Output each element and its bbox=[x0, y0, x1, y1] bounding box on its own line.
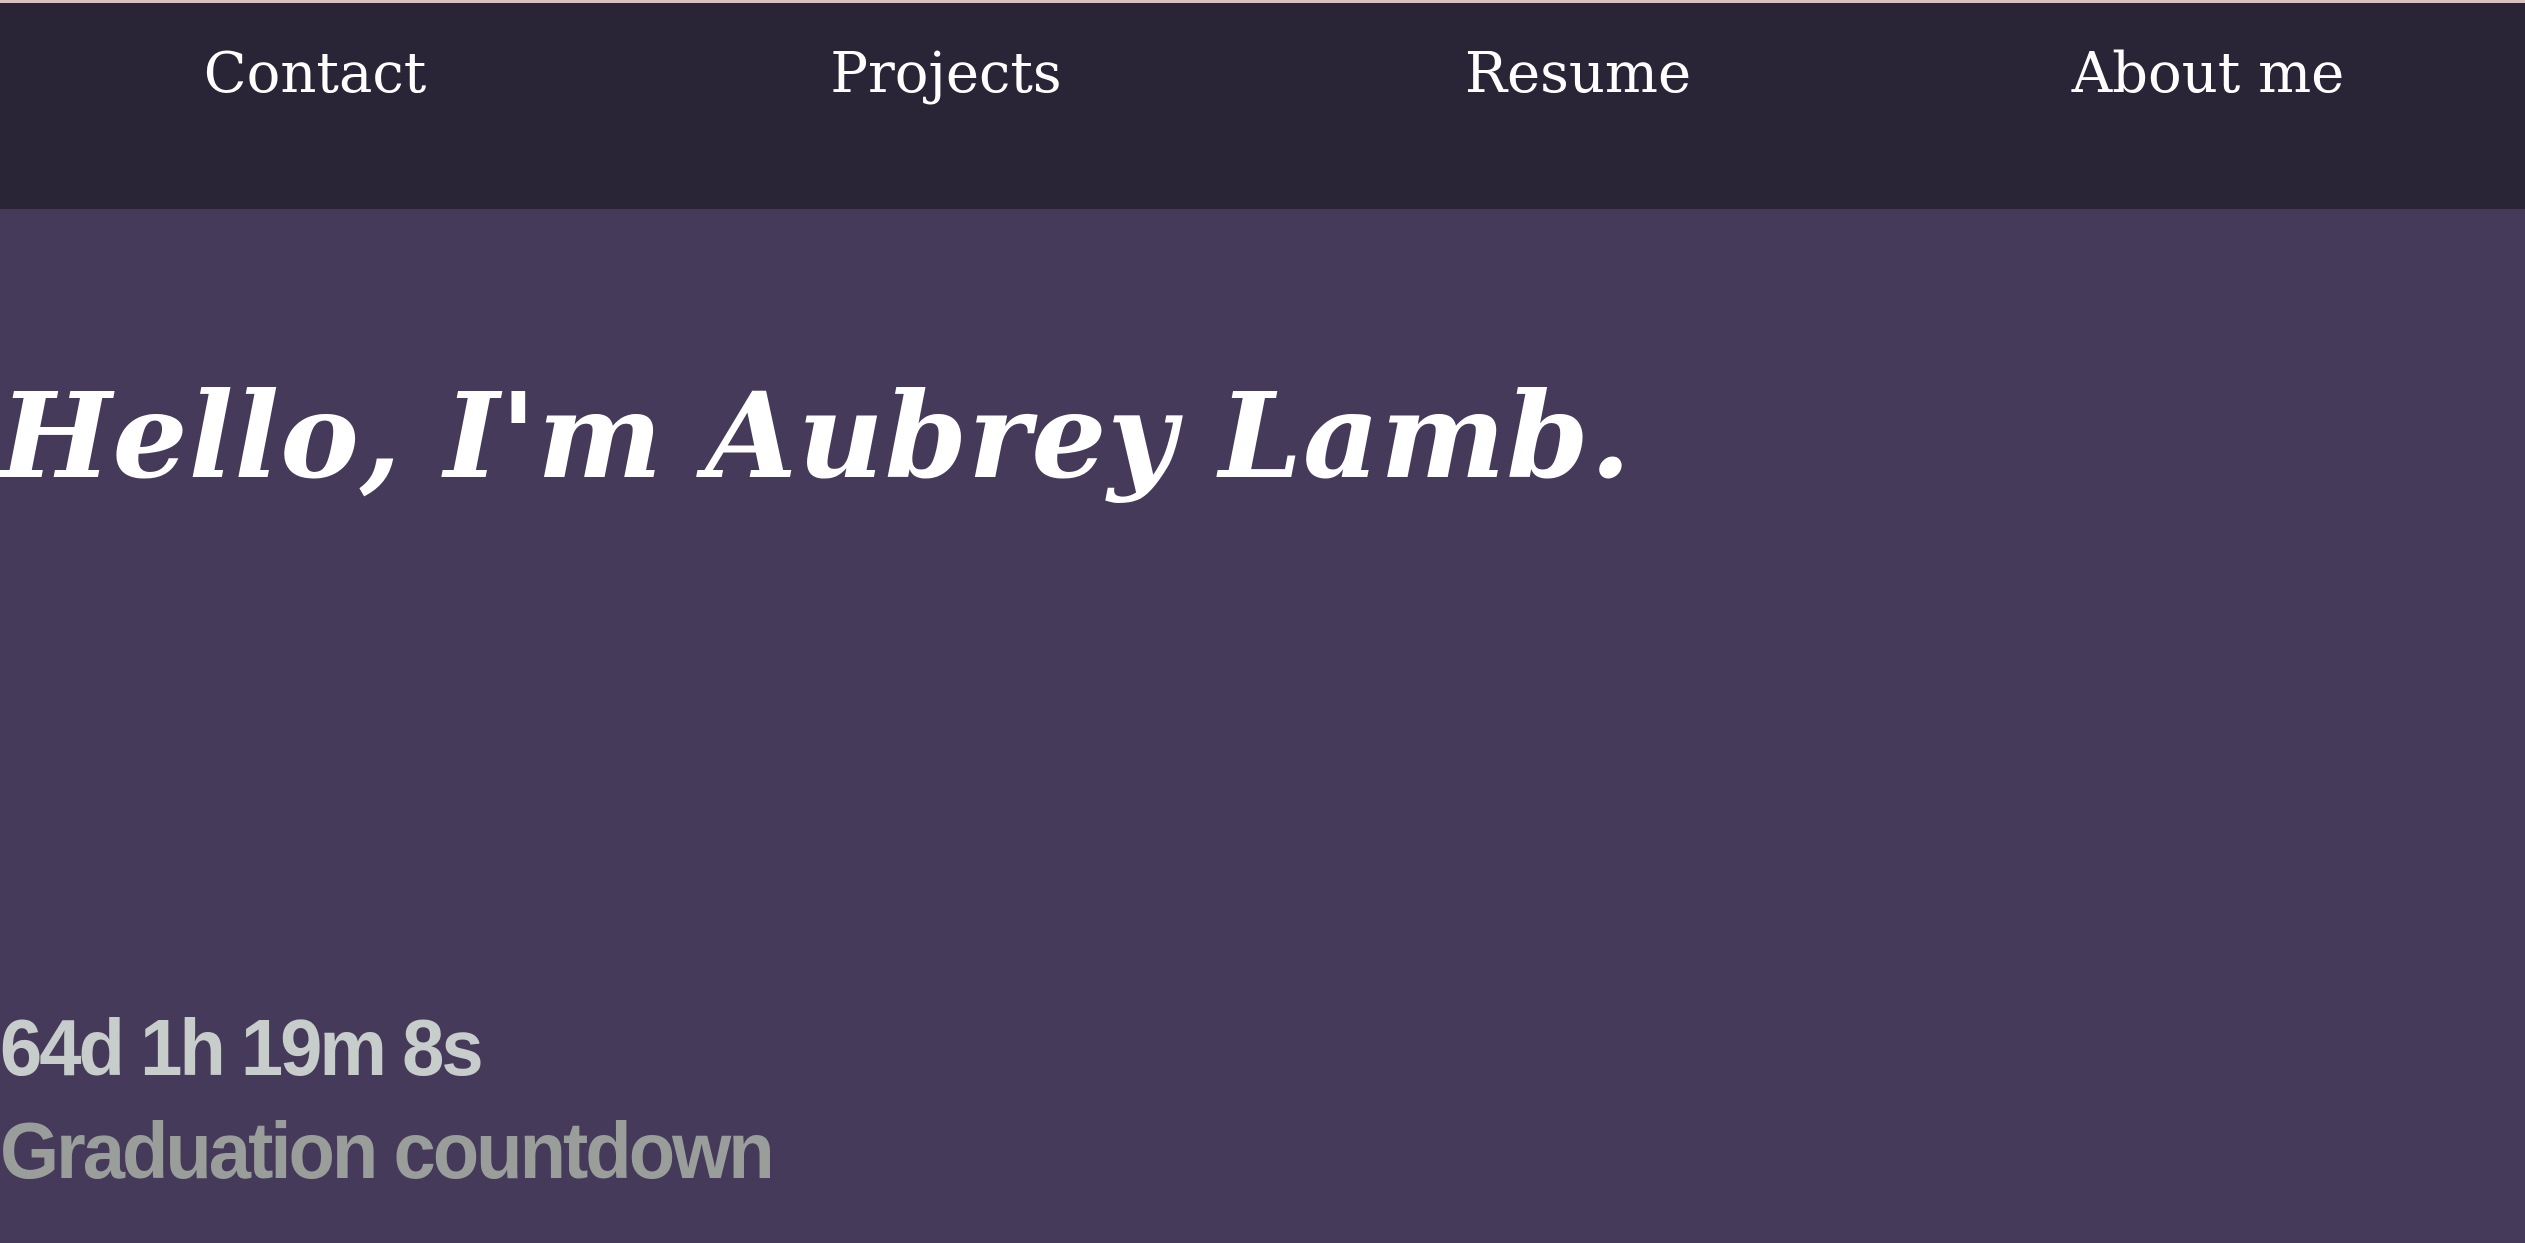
hero-title: Hello, I'm Aubrey Lamb. bbox=[0, 366, 1632, 505]
nav-link-contact[interactable]: Contact bbox=[204, 41, 426, 106]
nav-link-projects[interactable]: Projects bbox=[830, 41, 1061, 106]
countdown-label: Graduation countdown bbox=[0, 1106, 775, 1196]
nav-link-about-me[interactable]: About me bbox=[2072, 41, 2345, 106]
countdown-timer: 64d 1h 19m 8s bbox=[0, 1003, 484, 1093]
main-content: Hello, I'm Aubrey Lamb. 64d 1h 19m 8s Gr… bbox=[0, 209, 2525, 1243]
nav-link-resume[interactable]: Resume bbox=[1465, 41, 1691, 106]
navbar: Contact Projects Resume About me bbox=[0, 3, 2525, 209]
